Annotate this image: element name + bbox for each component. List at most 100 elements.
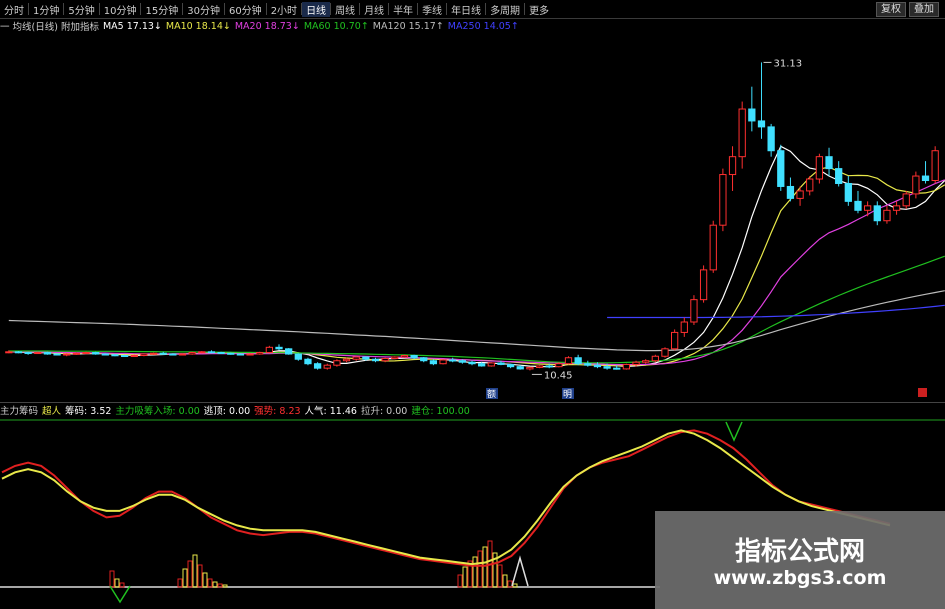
candle-body [24,352,32,355]
candle-body [497,362,505,365]
candle [661,347,669,358]
period-tab[interactable]: 周线 [331,2,359,17]
candle [506,363,515,369]
candle-body [400,355,409,358]
candle [391,356,399,360]
period-tab[interactable]: 10分钟 [100,2,141,17]
event-marker[interactable]: 额 [486,388,498,400]
candle-body [854,200,862,211]
candle [690,295,698,325]
indicator-legend: 主力筹码 超人 筹码: 3.52 主力吸筹入场: 0.00 逃顶: 0.00 强势: 8.… [0,403,474,417]
candle-body [921,175,930,182]
candle [535,365,544,369]
period-tab[interactable]: 15分钟 [141,2,182,17]
candle [82,351,90,355]
ma-legend-item: MA250 14.05↑ [447,20,519,32]
candle-body [227,352,235,355]
candle [642,359,650,364]
candle [63,353,71,357]
candle [835,161,843,187]
candle [371,357,380,363]
indicator-bar [502,574,508,588]
candle-body [642,360,650,363]
candle [333,359,341,367]
candle [854,190,862,214]
indicator-bar [187,560,193,588]
candle-body [902,193,910,207]
candle-body [256,352,264,355]
candle [227,352,235,355]
indicator-legend-item: 主力吸筹入场: 0.00 [115,406,200,417]
candle-body [545,365,553,368]
candle-body [352,356,360,360]
indicator-bar [512,583,518,588]
candle-body [931,150,939,182]
candle [246,353,254,356]
candle-body [574,357,582,365]
candle-body [207,351,216,354]
candle [120,354,129,358]
candle-body [593,364,602,368]
period-tab[interactable]: 多周期 [486,2,524,17]
candle [217,351,225,355]
period-tab[interactable]: 5分钟 [64,2,98,17]
indicator-bar [207,578,213,588]
candle-body [603,366,611,369]
candle-body [323,364,331,369]
candle-body [883,209,891,222]
candle [72,352,81,355]
buy-signal-marker [109,585,131,604]
watermark-url: www.zbgs3.com [713,567,887,589]
period-tab[interactable]: 更多 [525,2,553,17]
candle [468,360,476,366]
event-marker[interactable]: 明 [562,388,574,400]
candle-body [149,352,158,355]
candle [777,144,785,191]
indicator-bar [217,583,223,588]
candle-body [53,353,61,356]
candle-body [555,363,563,368]
period-tab[interactable]: 2小时 [267,2,301,17]
period-tab[interactable]: 日线 [302,1,331,17]
candle [863,201,872,217]
candle-body [198,351,206,354]
candle [352,356,360,361]
candle [728,146,737,191]
toolbar-button[interactable]: 复权 [876,2,906,17]
candle-body [584,363,592,366]
indicator-bar [472,556,478,588]
period-tab[interactable]: 60分钟 [225,2,266,17]
period-tab[interactable]: 半年 [389,2,417,17]
ma-legend: 一 均线(日线) 附加指标 MA5 17.13↓ MA10 18.14↓ MA20 … [0,19,523,34]
period-tab[interactable]: 季线 [418,2,446,17]
candle-body [92,352,100,355]
period-tab[interactable]: 年日线 [447,2,485,17]
period-tab[interactable]: 月线 [360,2,388,17]
candle [767,123,775,157]
candle [14,351,23,354]
candle [236,353,245,356]
candle-body [564,357,573,365]
candle [178,353,187,356]
indicator-bar [192,554,198,588]
candle [429,359,438,366]
indicator-legend-item: 超人 [42,406,62,417]
candle-body [420,357,428,362]
toolbar-button[interactable]: 叠加 [909,2,939,17]
candle-body [178,353,187,356]
indicator-legend-item: 主力筹码 [0,406,39,417]
candle [130,354,138,358]
indicator-bar [482,546,488,588]
candle-body [188,352,196,355]
candle-body [719,174,727,226]
period-tab[interactable]: 分时 [0,2,28,17]
candle-body [371,358,380,362]
candle-body [777,150,785,187]
candle [699,265,708,303]
candle [748,86,756,132]
indicator-bar [182,568,188,588]
right-button-group: 复权 叠加 [876,2,939,17]
period-tab[interactable]: 30分钟 [183,2,224,17]
candle-body [709,224,717,271]
period-tab[interactable]: 1分钟 [29,2,63,17]
